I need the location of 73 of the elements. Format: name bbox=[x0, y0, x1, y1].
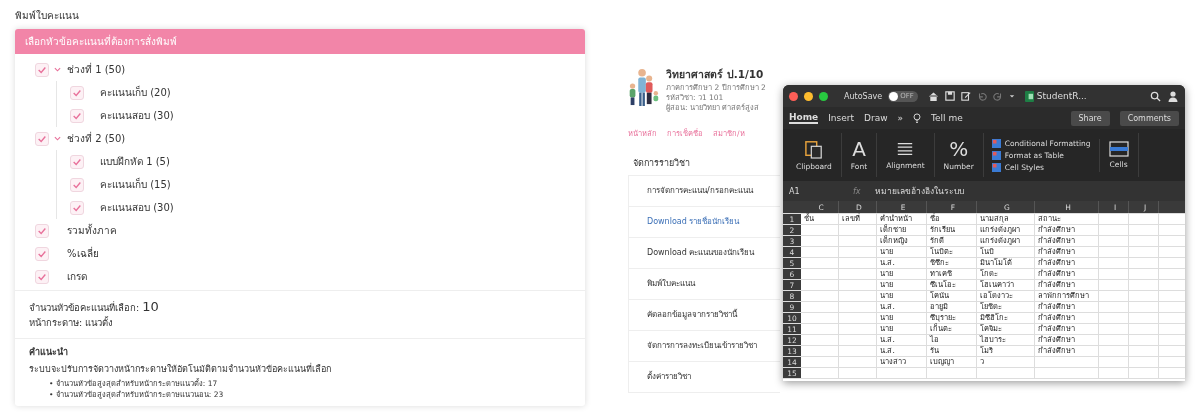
checkmark-icon bbox=[37, 271, 47, 282]
function-label[interactable]: fx bbox=[853, 186, 861, 196]
edit-icon[interactable] bbox=[960, 91, 971, 101]
tree-item-label: ช่วงที่ 1 (50) bbox=[67, 62, 126, 77]
table-style-icon bbox=[991, 138, 1001, 148]
caret-icon[interactable] bbox=[1008, 93, 1015, 99]
minimize-icon[interactable] bbox=[804, 91, 813, 101]
tree-item-label: รวมทั้งภาค bbox=[67, 223, 117, 238]
checkmark-icon bbox=[72, 179, 82, 190]
checkmark-icon bbox=[72, 202, 82, 213]
save-icon[interactable] bbox=[944, 91, 955, 101]
formula-field[interactable]: หมายเลขอ้างอิงในระบบ bbox=[874, 184, 964, 198]
grid-icon bbox=[1108, 141, 1129, 157]
checkbox[interactable] bbox=[70, 85, 84, 100]
document-name[interactable]: StudentR... bbox=[1036, 91, 1087, 101]
checkbox[interactable] bbox=[35, 131, 49, 146]
autosave-label: AutoSave bbox=[844, 91, 883, 101]
orientation-text: หน้ากระดาษ: แนวตั้ง bbox=[29, 315, 115, 330]
tree-item-label: %เฉลี่ย bbox=[67, 246, 99, 261]
selected-count-label: จำนวนหัวข้อคะแนนที่เลือก: bbox=[29, 302, 140, 313]
person-icon[interactable] bbox=[1167, 90, 1179, 102]
advice-text: ระบบจะปรับการจัดวางหน้ากระดาษให้อัตโนมัติตามจำนวนหัวข้อคะแนนที่เลือก bbox=[29, 362, 332, 376]
checkmark-icon bbox=[37, 64, 47, 75]
tell-me-field[interactable]: Tell me bbox=[931, 113, 963, 123]
search-icon[interactable] bbox=[1150, 90, 1161, 102]
menu-item[interactable]: การจัดการคะแนน/กรอกคะแนน bbox=[628, 175, 780, 207]
tree-item-label: คะแนนเก็บ (20) bbox=[100, 85, 171, 100]
chevron-icon[interactable] bbox=[54, 66, 61, 73]
comments-button[interactable]: Comments bbox=[1119, 110, 1179, 126]
checkbox[interactable] bbox=[70, 200, 84, 215]
checkbox[interactable] bbox=[35, 269, 49, 284]
tree-item-label: เกรด bbox=[67, 270, 87, 284]
table-style-icon bbox=[991, 162, 1001, 172]
lightbulb-icon bbox=[913, 112, 922, 124]
menu-item[interactable]: ตั้งค่ารายวิชา bbox=[628, 361, 780, 393]
tree-item-label: คะแนนสอบ (30) bbox=[100, 201, 174, 215]
course-title: วิทยาศาสตร์ ป.1/10 bbox=[666, 67, 765, 82]
checkbox[interactable] bbox=[70, 154, 84, 169]
document-icon bbox=[1024, 90, 1034, 102]
checkbox[interactable] bbox=[35, 246, 49, 261]
tree-item-label: แบบฝึกหัด 1 (5) bbox=[100, 155, 170, 169]
maximize-icon[interactable] bbox=[819, 91, 828, 101]
checkbox[interactable] bbox=[35, 223, 49, 238]
redo-icon[interactable] bbox=[992, 91, 1003, 101]
tree-item-label: คะแนนเก็บ (15) bbox=[100, 177, 171, 192]
selected-count: 10 bbox=[142, 299, 159, 314]
cell-reference[interactable]: A1 bbox=[789, 186, 839, 196]
checkbox[interactable] bbox=[70, 108, 84, 123]
clipboard-icon bbox=[804, 139, 823, 159]
checkbox[interactable] bbox=[70, 177, 84, 192]
checkmark-icon bbox=[72, 110, 82, 121]
advice-title: คำแนะนำ bbox=[29, 346, 69, 359]
table-style-icon bbox=[991, 150, 1001, 160]
close-icon[interactable] bbox=[789, 91, 798, 101]
checkmark-icon bbox=[72, 156, 82, 167]
checkmark-icon bbox=[37, 225, 47, 236]
section-title: จัดการรายวิชา bbox=[633, 157, 691, 170]
share-button[interactable]: Share bbox=[1070, 110, 1110, 126]
tree-item-label: ช่วงที่ 2 (50) bbox=[67, 131, 126, 146]
page-title: พิมพ์ใบคะแนน bbox=[15, 9, 80, 23]
ribbon-tab[interactable]: Home bbox=[789, 112, 819, 124]
checkmark-icon bbox=[72, 87, 82, 98]
chevron-icon[interactable] bbox=[54, 135, 61, 142]
undo-icon[interactable] bbox=[976, 91, 987, 101]
more-tabs[interactable]: » bbox=[897, 113, 904, 123]
checkmark-icon bbox=[37, 248, 47, 259]
checkmark-icon bbox=[37, 133, 47, 144]
ribbon-tab[interactable]: Insert bbox=[828, 113, 855, 123]
ribbon-tab[interactable]: Draw bbox=[864, 113, 888, 123]
panel-header: เลือกหัวข้อคะแนนที่ต้องการสั่งพิมพ์ bbox=[15, 29, 585, 54]
tree-item-label: คะแนนสอบ (30) bbox=[100, 109, 174, 123]
home-icon[interactable] bbox=[927, 90, 939, 102]
checkbox[interactable] bbox=[35, 62, 49, 77]
